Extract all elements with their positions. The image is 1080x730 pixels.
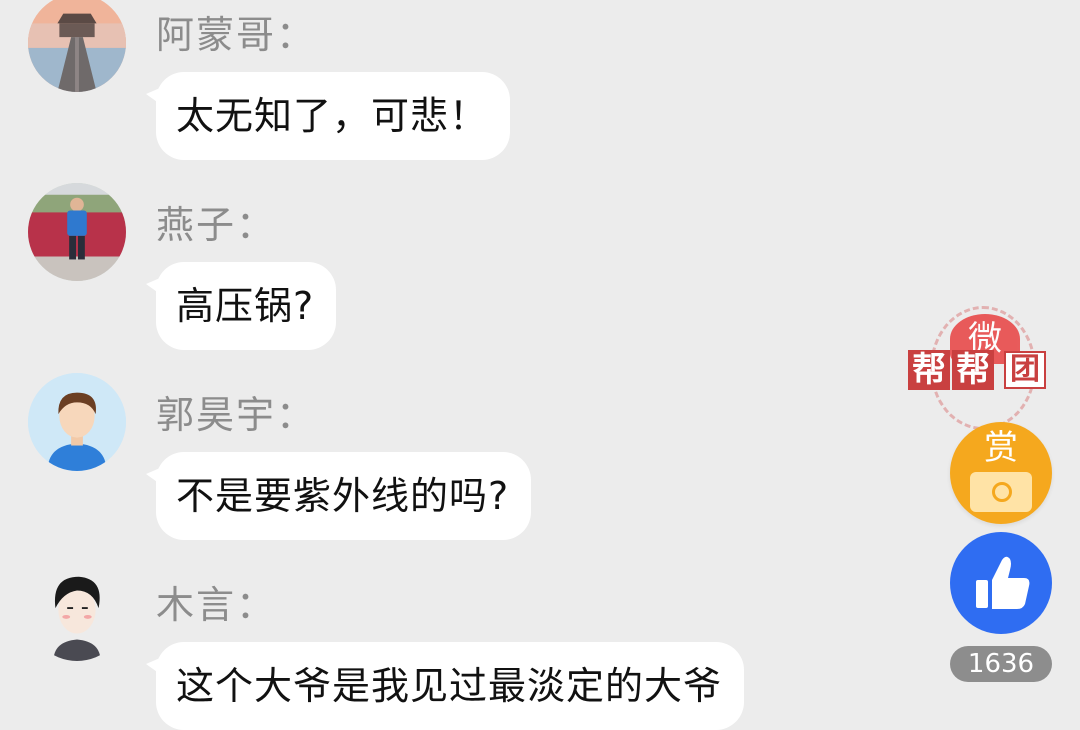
stamp-char: 团 xyxy=(1004,351,1046,389)
stamp-text: 帮 帮 团 xyxy=(908,350,1046,390)
child-photo-avatar xyxy=(28,183,126,281)
user-avatar[interactable] xyxy=(28,563,126,661)
comment-bubble[interactable]: 高压锅? xyxy=(145,262,337,350)
like-count: 1636 xyxy=(950,646,1052,682)
cartoon-man-avatar xyxy=(28,563,126,661)
comment-bubble[interactable]: 太无知了，可悲！ xyxy=(145,72,511,160)
user-avatar[interactable] xyxy=(28,373,126,471)
reward-button[interactable]: 赏 xyxy=(950,422,1052,524)
stamp-char: 帮 xyxy=(908,350,950,390)
comment-bubble[interactable]: 不是要紫外线的吗? xyxy=(145,452,532,540)
commenter-name: 燕子： xyxy=(156,203,277,247)
thumbs-up-icon xyxy=(976,556,1030,609)
gift-box-icon xyxy=(970,472,1032,512)
commenter-name: 木言： xyxy=(156,583,277,627)
commenter-name: 阿蒙哥： xyxy=(156,13,317,57)
commenter-name: 郭昊宇： xyxy=(156,393,317,437)
like-button[interactable] xyxy=(950,532,1052,634)
user-avatar[interactable] xyxy=(28,183,126,281)
bangbangtuan-stamp-logo[interactable]: 微 帮 帮 团 xyxy=(908,306,1058,430)
pier-photo-avatar xyxy=(28,0,126,92)
stamp-char: 帮 xyxy=(952,350,994,390)
comment-bubble[interactable]: 这个大爷是我见过最淡定的大爷 xyxy=(145,642,745,730)
user-avatar[interactable] xyxy=(28,0,126,92)
cartoon-boy-avatar xyxy=(28,373,126,471)
reward-label: 赏 xyxy=(984,428,1018,468)
